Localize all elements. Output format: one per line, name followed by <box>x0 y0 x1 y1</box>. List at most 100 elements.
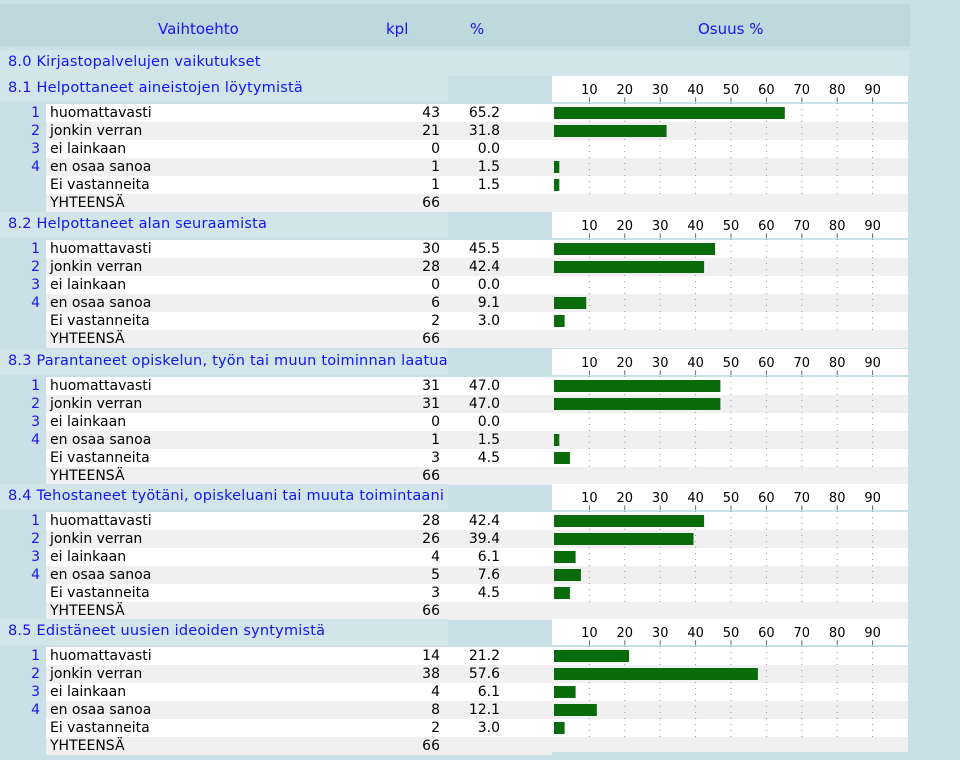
tick-label: 40 <box>687 626 704 641</box>
tick-label: 30 <box>652 356 669 371</box>
tick-label: 70 <box>794 626 811 641</box>
total-row: YHTEENSÄ 66 <box>0 467 552 485</box>
option-label: Ei vastanneita <box>50 313 150 329</box>
option-number-cell: 3 <box>0 683 46 701</box>
option-percent: 42.4 <box>468 513 500 529</box>
option-percent: 1.5 <box>477 432 500 448</box>
bar <box>554 722 565 734</box>
option-number-cell: 1 <box>0 512 46 530</box>
option-percent: 3.0 <box>477 720 500 736</box>
option-number-cell: 1 <box>0 377 46 395</box>
plot-row-background <box>552 584 908 602</box>
bar <box>554 261 705 273</box>
bar <box>554 125 667 137</box>
option-percent: 0.0 <box>477 277 500 293</box>
plot-row-background <box>552 683 908 701</box>
option-percent: 6.1 <box>477 684 500 700</box>
plot-row-background <box>552 449 908 467</box>
option-count: 0 <box>431 141 440 157</box>
option-label: jonkin verran <box>50 123 143 139</box>
option-number-cell <box>0 467 46 485</box>
tick-label: 10 <box>581 219 598 234</box>
section-title-bar: 8.2 Helpottaneet alan seuraamista <box>0 212 448 238</box>
plot-row-background <box>552 431 908 449</box>
option-number-cell: 1 <box>0 240 46 258</box>
option-percent: 31.8 <box>468 123 500 139</box>
table-row: 3 ei lainkaan 4 6.1 <box>0 683 552 701</box>
option-number-cell: 2 <box>0 122 46 140</box>
option-count: 4 <box>431 684 440 700</box>
tick-label: 30 <box>652 83 669 98</box>
option-count: 0 <box>431 277 440 293</box>
option-percent: 57.6 <box>468 666 500 682</box>
option-number: 2 <box>31 666 40 682</box>
table-row: Ei vastanneita 3 4.5 <box>0 584 552 602</box>
bar <box>554 533 694 545</box>
option-number-cell <box>0 176 46 194</box>
tick-label: 90 <box>864 626 881 641</box>
option-count: 28 <box>422 259 440 275</box>
table-row: 4 en osaa sanoa 5 7.6 <box>0 566 552 584</box>
option-number-cell: 2 <box>0 665 46 683</box>
option-number-cell <box>0 584 46 602</box>
survey-results-page: Vaihtoehto kpl % Osuus % 8.0 Kirjastopal… <box>0 0 960 760</box>
bar <box>554 179 560 191</box>
table-row: 4 en osaa sanoa 8 12.1 <box>0 701 552 719</box>
total-row: YHTEENSÄ 66 <box>0 737 552 755</box>
option-count: 14 <box>422 648 440 664</box>
tick-label: 90 <box>864 491 881 506</box>
tick-label: 20 <box>617 83 634 98</box>
option-number-cell: 4 <box>0 566 46 584</box>
table-row: 2 jonkin verran 31 47.0 <box>0 395 552 413</box>
tick-label: 50 <box>723 491 740 506</box>
option-number: 4 <box>31 159 40 175</box>
option-number: 1 <box>31 105 40 121</box>
tick-label: 80 <box>829 219 846 234</box>
bar <box>554 686 576 698</box>
option-number: 2 <box>31 259 40 275</box>
section-title: 8.2 Helpottaneet alan seuraamista <box>8 216 268 232</box>
bar <box>554 569 581 581</box>
option-number-cell: 3 <box>0 140 46 158</box>
option-count: 1 <box>431 177 440 193</box>
section-title: 8.1 Helpottaneet aineistojen löytymistä <box>8 80 303 96</box>
plot-row-background <box>552 194 908 212</box>
option-percent: 3.0 <box>477 313 500 329</box>
plot-row-background <box>552 176 908 194</box>
option-percent: 45.5 <box>468 241 500 257</box>
table-row: 1 huomattavasti 14 21.2 <box>0 647 552 665</box>
table-row: 4 en osaa sanoa 1 1.5 <box>0 431 552 449</box>
tick-label: 80 <box>829 356 846 371</box>
table-row: 2 jonkin verran 38 57.6 <box>0 665 552 683</box>
total-label: YHTEENSÄ <box>50 468 125 484</box>
option-count: 21 <box>422 123 440 139</box>
section-title-bar: 8.5 Edistäneet uusien ideoiden syntymist… <box>0 619 448 645</box>
total-count: 66 <box>422 603 440 619</box>
option-number-cell <box>0 330 46 348</box>
option-count: 43 <box>422 105 440 121</box>
bar <box>554 587 570 599</box>
right-margin <box>910 4 960 752</box>
tick-label: 80 <box>829 491 846 506</box>
total-count: 66 <box>422 468 440 484</box>
tick-label: 50 <box>723 356 740 371</box>
table-row: 4 en osaa sanoa 6 9.1 <box>0 294 552 312</box>
option-number-cell: 3 <box>0 276 46 294</box>
main-title: 8.0 Kirjastopalvelujen vaikutukset <box>8 54 261 70</box>
option-count: 2 <box>431 720 440 736</box>
option-count: 8 <box>431 702 440 718</box>
option-number-cell: 1 <box>0 104 46 122</box>
option-label: jonkin verran <box>50 396 143 412</box>
plot-row-background <box>552 602 908 620</box>
option-number-cell: 4 <box>0 701 46 719</box>
total-label: YHTEENSÄ <box>50 603 125 619</box>
option-number-cell: 4 <box>0 431 46 449</box>
table-row: 1 huomattavasti 28 42.4 <box>0 512 552 530</box>
bar <box>554 704 597 716</box>
option-label: huomattavasti <box>50 648 152 664</box>
option-number: 4 <box>31 702 40 718</box>
main-title-bar: 8.0 Kirjastopalvelujen vaikutukset <box>0 50 910 76</box>
option-label: ei lainkaan <box>50 141 127 157</box>
table-row: 1 huomattavasti 43 65.2 <box>0 104 552 122</box>
table-row: 4 en osaa sanoa 1 1.5 <box>0 158 552 176</box>
